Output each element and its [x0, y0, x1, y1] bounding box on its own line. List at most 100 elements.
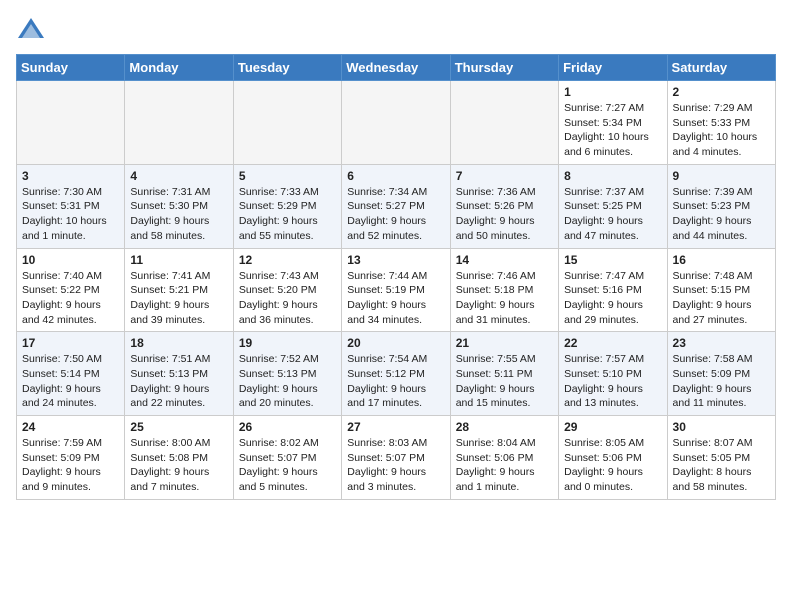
day-info: Sunrise: 7:58 AM Sunset: 5:09 PM Dayligh… — [673, 352, 770, 411]
day-cell: 1 Sunrise: 7:27 AM Sunset: 5:34 PM Daylig… — [559, 81, 667, 165]
day-info: Sunrise: 8:00 AM Sunset: 5:08 PM Dayligh… — [130, 436, 227, 495]
day-info: Sunrise: 7:29 AM Sunset: 5:33 PM Dayligh… — [673, 101, 770, 160]
day-info: Sunrise: 7:52 AM Sunset: 5:13 PM Dayligh… — [239, 352, 336, 411]
day-number: 17 — [22, 336, 119, 350]
day-number: 18 — [130, 336, 227, 350]
day-info: Sunrise: 8:05 AM Sunset: 5:06 PM Dayligh… — [564, 436, 661, 495]
day-number: 8 — [564, 169, 661, 183]
day-header-monday: Monday — [125, 55, 233, 81]
day-number: 10 — [22, 253, 119, 267]
day-info: Sunrise: 7:57 AM Sunset: 5:10 PM Dayligh… — [564, 352, 661, 411]
day-number: 7 — [456, 169, 553, 183]
day-info: Sunrise: 8:07 AM Sunset: 5:05 PM Dayligh… — [673, 436, 770, 495]
day-cell: 29Sunrise: 8:05 AM Sunset: 5:06 PM Dayli… — [559, 416, 667, 500]
day-number: 19 — [239, 336, 336, 350]
day-cell: 6 Sunrise: 7:34 AM Sunset: 5:27 PM Daylig… — [342, 164, 450, 248]
day-info: Sunrise: 7:59 AM Sunset: 5:09 PM Dayligh… — [22, 436, 119, 495]
day-info: Sunrise: 8:04 AM Sunset: 5:06 PM Dayligh… — [456, 436, 553, 495]
day-cell: 16 Sunrise: 7:48 AM Sunset: 5:15 PM Dayli… — [667, 248, 775, 332]
week-row-1: 1 Sunrise: 7:27 AM Sunset: 5:34 PM Daylig… — [17, 81, 776, 165]
day-cell: 30 Sunrise: 8:07 AM Sunset: 5:05 PM Dayli… — [667, 416, 775, 500]
day-cell: 2 Sunrise: 7:29 AM Sunset: 5:33 PM Daylig… — [667, 81, 775, 165]
day-number: 28 — [456, 420, 553, 434]
day-number: 4 — [130, 169, 227, 183]
day-number: 5 — [239, 169, 336, 183]
day-cell: 8 Sunrise: 7:37 AM Sunset: 5:25 PM Daylig… — [559, 164, 667, 248]
week-row-4: 17Sunrise: 7:50 AM Sunset: 5:14 PM Dayli… — [17, 332, 776, 416]
day-cell — [342, 81, 450, 165]
day-info: Sunrise: 7:34 AM Sunset: 5:27 PM Dayligh… — [347, 185, 444, 244]
day-info: Sunrise: 7:43 AM Sunset: 5:20 PM Dayligh… — [239, 269, 336, 328]
day-number: 6 — [347, 169, 444, 183]
day-number: 23 — [673, 336, 770, 350]
day-cell: 27 Sunrise: 8:03 AM Sunset: 5:07 PM Dayli… — [342, 416, 450, 500]
day-cell — [17, 81, 125, 165]
day-header-wednesday: Wednesday — [342, 55, 450, 81]
day-info: Sunrise: 7:39 AM Sunset: 5:23 PM Dayligh… — [673, 185, 770, 244]
day-cell — [450, 81, 558, 165]
logo-icon — [16, 16, 46, 46]
day-cell: 20 Sunrise: 7:54 AM Sunset: 5:12 PM Dayli… — [342, 332, 450, 416]
day-cell: 13 Sunrise: 7:44 AM Sunset: 5:19 PM Dayli… — [342, 248, 450, 332]
day-number: 11 — [130, 253, 227, 267]
day-number: 2 — [673, 85, 770, 99]
day-cell: 21Sunrise: 7:55 AM Sunset: 5:11 PM Dayli… — [450, 332, 558, 416]
day-cell — [125, 81, 233, 165]
day-info: Sunrise: 7:27 AM Sunset: 5:34 PM Dayligh… — [564, 101, 661, 160]
day-cell: 11 Sunrise: 7:41 AM Sunset: 5:21 PM Dayli… — [125, 248, 233, 332]
day-info: Sunrise: 7:31 AM Sunset: 5:30 PM Dayligh… — [130, 185, 227, 244]
logo — [16, 16, 50, 46]
day-header-sunday: Sunday — [17, 55, 125, 81]
day-number: 16 — [673, 253, 770, 267]
day-number: 20 — [347, 336, 444, 350]
day-info: Sunrise: 7:41 AM Sunset: 5:21 PM Dayligh… — [130, 269, 227, 328]
week-row-2: 3 Sunrise: 7:30 AM Sunset: 5:31 PM Daylig… — [17, 164, 776, 248]
day-cell: 19 Sunrise: 7:52 AM Sunset: 5:13 PM Dayli… — [233, 332, 341, 416]
day-header-tuesday: Tuesday — [233, 55, 341, 81]
calendar-table: SundayMondayTuesdayWednesdayThursdayFrid… — [16, 54, 776, 500]
day-cell: 12 Sunrise: 7:43 AM Sunset: 5:20 PM Dayli… — [233, 248, 341, 332]
day-cell: 7 Sunrise: 7:36 AM Sunset: 5:26 PM Daylig… — [450, 164, 558, 248]
day-cell: 28 Sunrise: 8:04 AM Sunset: 5:06 PM Dayli… — [450, 416, 558, 500]
day-number: 1 — [564, 85, 661, 99]
day-cell: 15Sunrise: 7:47 AM Sunset: 5:16 PM Dayli… — [559, 248, 667, 332]
day-info: Sunrise: 7:36 AM Sunset: 5:26 PM Dayligh… — [456, 185, 553, 244]
day-info: Sunrise: 7:51 AM Sunset: 5:13 PM Dayligh… — [130, 352, 227, 411]
day-number: 27 — [347, 420, 444, 434]
day-info: Sunrise: 7:40 AM Sunset: 5:22 PM Dayligh… — [22, 269, 119, 328]
week-row-5: 24 Sunrise: 7:59 AM Sunset: 5:09 PM Dayli… — [17, 416, 776, 500]
day-info: Sunrise: 7:55 AM Sunset: 5:11 PM Dayligh… — [456, 352, 553, 411]
day-cell: 5 Sunrise: 7:33 AM Sunset: 5:29 PM Daylig… — [233, 164, 341, 248]
day-info: Sunrise: 8:03 AM Sunset: 5:07 PM Dayligh… — [347, 436, 444, 495]
day-info: Sunrise: 7:44 AM Sunset: 5:19 PM Dayligh… — [347, 269, 444, 328]
day-info: Sunrise: 7:48 AM Sunset: 5:15 PM Dayligh… — [673, 269, 770, 328]
day-number: 9 — [673, 169, 770, 183]
day-cell: 18 Sunrise: 7:51 AM Sunset: 5:13 PM Dayli… — [125, 332, 233, 416]
day-number: 22 — [564, 336, 661, 350]
day-info: Sunrise: 7:47 AM Sunset: 5:16 PM Dayligh… — [564, 269, 661, 328]
day-number: 13 — [347, 253, 444, 267]
day-number: 14 — [456, 253, 553, 267]
day-info: Sunrise: 7:54 AM Sunset: 5:12 PM Dayligh… — [347, 352, 444, 411]
day-cell: 23 Sunrise: 7:58 AM Sunset: 5:09 PM Dayli… — [667, 332, 775, 416]
day-number: 25 — [130, 420, 227, 434]
day-cell: 25 Sunrise: 8:00 AM Sunset: 5:08 PM Dayli… — [125, 416, 233, 500]
day-info: Sunrise: 7:33 AM Sunset: 5:29 PM Dayligh… — [239, 185, 336, 244]
day-number: 30 — [673, 420, 770, 434]
day-header-friday: Friday — [559, 55, 667, 81]
day-info: Sunrise: 8:02 AM Sunset: 5:07 PM Dayligh… — [239, 436, 336, 495]
page-header — [16, 16, 776, 46]
day-header-saturday: Saturday — [667, 55, 775, 81]
day-number: 24 — [22, 420, 119, 434]
day-info: Sunrise: 7:46 AM Sunset: 5:18 PM Dayligh… — [456, 269, 553, 328]
day-cell: 22 Sunrise: 7:57 AM Sunset: 5:10 PM Dayli… — [559, 332, 667, 416]
week-row-3: 10 Sunrise: 7:40 AM Sunset: 5:22 PM Dayli… — [17, 248, 776, 332]
day-cell: 3 Sunrise: 7:30 AM Sunset: 5:31 PM Daylig… — [17, 164, 125, 248]
day-info: Sunrise: 7:37 AM Sunset: 5:25 PM Dayligh… — [564, 185, 661, 244]
day-number: 26 — [239, 420, 336, 434]
day-number: 12 — [239, 253, 336, 267]
day-cell: 24 Sunrise: 7:59 AM Sunset: 5:09 PM Dayli… — [17, 416, 125, 500]
day-cell — [233, 81, 341, 165]
day-number: 3 — [22, 169, 119, 183]
day-info: Sunrise: 7:30 AM Sunset: 5:31 PM Dayligh… — [22, 185, 119, 244]
